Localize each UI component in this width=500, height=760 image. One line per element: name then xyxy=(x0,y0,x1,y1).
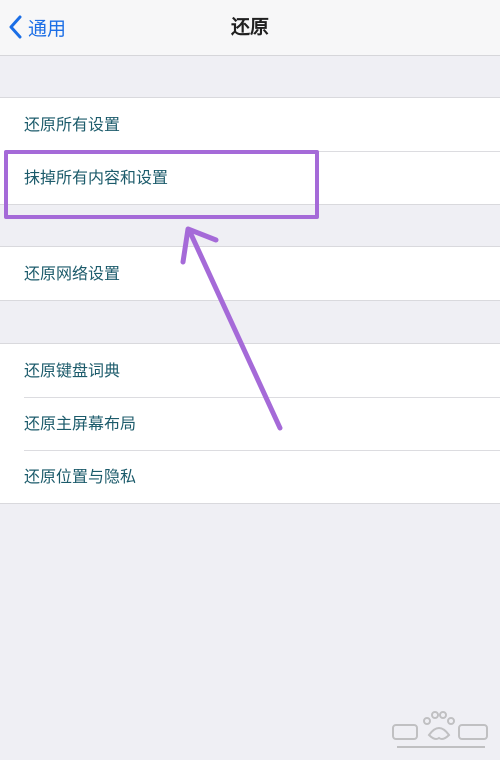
settings-group-3: 还原键盘词典 还原主屏幕布局 还原位置与隐私 xyxy=(0,343,500,504)
reset-keyboard-dictionary-item[interactable]: 还原键盘词典 xyxy=(0,344,500,397)
page-title: 还原 xyxy=(230,16,269,38)
settings-group-2: 还原网络设置 xyxy=(0,246,500,301)
reset-location-privacy-item[interactable]: 还原位置与隐私 xyxy=(0,450,500,503)
reset-network-settings-item[interactable]: 还原网络设置 xyxy=(0,247,500,300)
reset-all-settings-item[interactable]: 还原所有设置 xyxy=(0,98,500,151)
erase-all-content-and-settings-item[interactable]: 抹掉所有内容和设置 xyxy=(0,151,500,204)
baidu-jingyan-watermark-logo xyxy=(392,711,488,748)
reset-home-screen-layout-item[interactable]: 还原主屏幕布局 xyxy=(0,397,500,450)
settings-group-1: 还原所有设置 抹掉所有内容和设置 xyxy=(0,97,500,205)
navigation-bar: 通用 还原 xyxy=(0,0,500,56)
